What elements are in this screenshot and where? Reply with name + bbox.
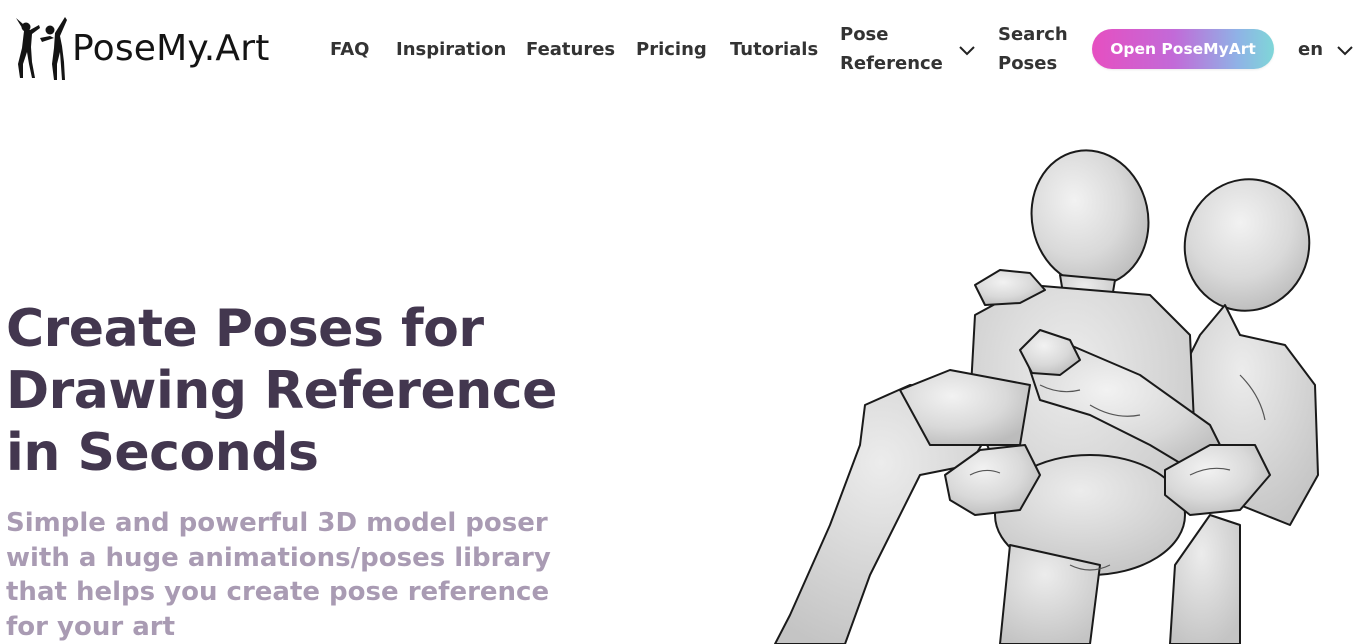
nav-pose-reference-line1: Pose — [840, 24, 889, 45]
language-label: en — [1298, 39, 1324, 60]
hero-subtitle-line: Simple and powerful 3D model poser — [6, 508, 548, 538]
nav-pose-reference-line2: Reference — [840, 53, 943, 74]
hero-subtitle: Simple and powerful 3D model poser with … — [6, 506, 566, 644]
nav-search-poses-line1: Search — [998, 24, 1068, 45]
dancers-silhouette-logo-icon — [16, 17, 67, 80]
nav-search-poses-line2: Poses — [998, 53, 1058, 74]
chevron-down-icon — [1337, 46, 1353, 56]
nav-features[interactable]: Features — [526, 35, 615, 64]
hero-title-line: in Seconds — [6, 423, 319, 483]
hero-subtitle-line: for your art — [6, 611, 176, 642]
hero-mannequins-image — [774, 149, 1319, 644]
brand-name: PoseMy.Art — [72, 27, 270, 69]
hero-title-line: Drawing Reference — [6, 361, 557, 421]
nav-tutorials[interactable]: Tutorials — [730, 35, 818, 64]
chevron-down-icon — [959, 46, 975, 56]
site-header: PoseMy.Art FAQ Inspiration Features Pric… — [0, 0, 1368, 100]
hero-subtitle-line: that helps you create pose reference — [6, 577, 550, 607]
page: PoseMy.Art FAQ Inspiration Features Pric… — [0, 0, 1368, 644]
logo-link[interactable]: PoseMy.Art — [10, 14, 270, 82]
hero-title-line: Create Poses for — [6, 299, 484, 359]
nav-faq[interactable]: FAQ — [330, 35, 369, 64]
hero-title: Create Poses for Drawing Reference in Se… — [6, 298, 626, 484]
open-posemyart-button[interactable]: Open PoseMyArt — [1092, 29, 1274, 69]
nav-inspiration[interactable]: Inspiration — [396, 35, 506, 64]
hero-subtitle-line: with a huge animations/poses library — [6, 542, 551, 573]
nav-pricing[interactable]: Pricing — [636, 35, 707, 64]
